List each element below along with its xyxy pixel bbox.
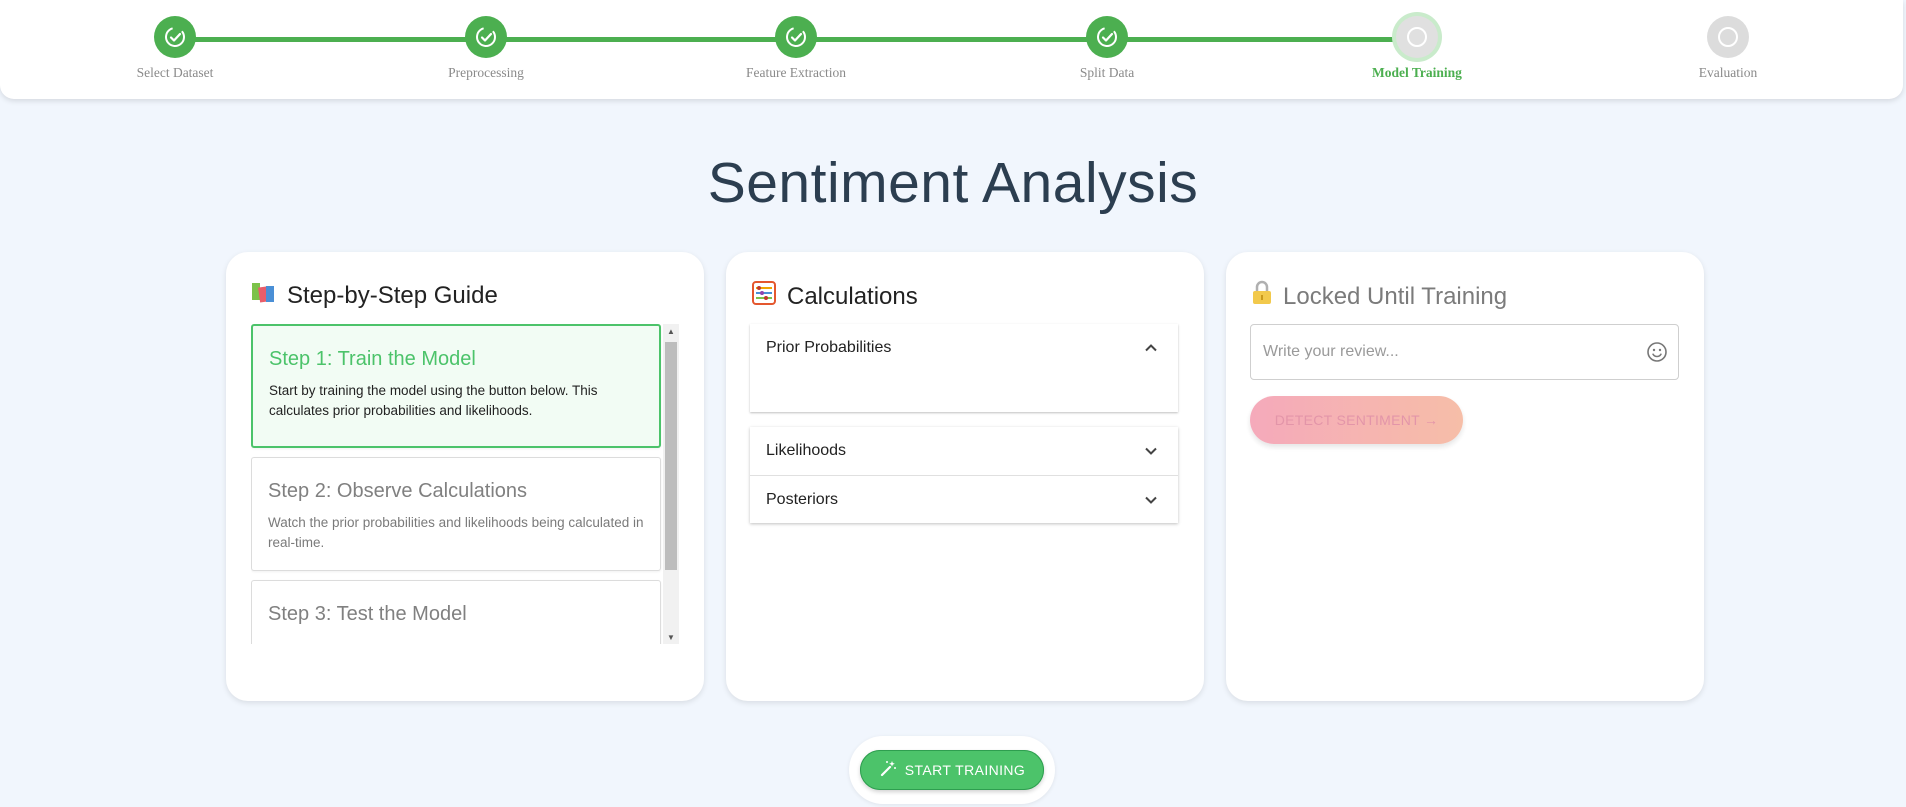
scroll-up-arrow-icon[interactable]: ▲: [663, 324, 679, 338]
guide-step-2: Step 2: Observe Calculations Watch the p…: [251, 457, 661, 571]
scroll-down-arrow-icon[interactable]: ▼: [663, 630, 679, 644]
accordion-header-likelihoods[interactable]: Likelihoods: [750, 427, 1178, 475]
guide-steps-list[interactable]: Step 1: Train the Model Start by trainin…: [251, 324, 679, 644]
check-circle-icon: [154, 16, 196, 58]
review-input-box: [1250, 324, 1679, 380]
scroll-thumb[interactable]: [665, 342, 677, 570]
check-circle-icon: [1086, 16, 1128, 58]
detect-sentiment-button[interactable]: DETECT SENTIMENT →: [1250, 396, 1463, 444]
magic-wand-icon: [879, 760, 897, 781]
start-training-button[interactable]: START TRAINING: [860, 750, 1044, 790]
locked-title-text: Locked Until Training: [1283, 282, 1508, 310]
guide-step-text: Watch the prior probabilities and likeli…: [268, 515, 644, 550]
accordion-header-prior[interactable]: Prior Probabilities: [750, 324, 1178, 372]
calculations-card-title: Calculations: [751, 280, 918, 313]
progress-stepper: Select Dataset Preprocessing Feature Ext…: [0, 0, 1903, 99]
books-icon: [251, 280, 277, 311]
guide-scrollbar[interactable]: ▲ ▼: [663, 324, 679, 644]
start-training-label: START TRAINING: [904, 762, 1026, 778]
accordion-prior-probabilities: Prior Probabilities: [750, 324, 1178, 412]
accordion-header-posteriors[interactable]: Posteriors: [750, 475, 1178, 523]
step-label: Split Data: [1079, 65, 1135, 80]
locked-card-title: Locked Until Training: [1251, 280, 1507, 313]
guide-step-3: Step 3: Test the Model: [251, 580, 661, 644]
smiley-icon[interactable]: [1646, 341, 1668, 368]
step-label: Model Training: [1372, 65, 1462, 80]
calculations-title-text: Calculations: [787, 282, 918, 310]
abacus-icon: [751, 280, 777, 313]
guide-step-title: Step 3: Test the Model: [268, 603, 467, 625]
calculations-card: Calculations Prior Probabilities Likelih…: [726, 252, 1204, 701]
accordion-collapsed-group: Likelihoods Posteriors: [750, 427, 1178, 523]
accordion-label: Posteriors: [766, 490, 839, 508]
step-evaluation[interactable]: Evaluation: [1628, 16, 1828, 81]
step-model-training[interactable]: Model Training: [1317, 16, 1517, 81]
check-circle-icon: [775, 16, 817, 58]
guide-step-text: Start by training the model using the bu…: [269, 383, 598, 418]
lock-icon: [1251, 280, 1273, 313]
review-input[interactable]: [1263, 325, 1633, 379]
step-label: Feature Extraction: [745, 65, 847, 80]
accordion-label: Prior Probabilities: [766, 339, 892, 356]
guide-card: Step-by-Step Guide Step 1: Train the Mod…: [226, 252, 704, 701]
sentiment-test-card: Locked Until Training DETECT SENTIMENT →: [1226, 252, 1704, 701]
train-button-container: START TRAINING: [849, 736, 1055, 804]
guide-step-1: Step 1: Train the Model Start by trainin…: [251, 324, 661, 448]
step-split-data[interactable]: Split Data: [1007, 16, 1207, 81]
chevron-down-icon: [1144, 444, 1158, 463]
accordion-label: Likelihoods: [766, 442, 847, 459]
guide-card-title: Step-by-Step Guide: [251, 280, 498, 311]
step-preprocessing[interactable]: Preprocessing: [386, 16, 586, 81]
check-circle-icon: [465, 16, 507, 58]
guide-step-title: Step 1: Train the Model: [269, 348, 476, 370]
radio-unchecked-icon: [1707, 16, 1749, 58]
step-select-dataset[interactable]: Select Dataset: [75, 16, 275, 81]
guide-title-text: Step-by-Step Guide: [287, 281, 498, 309]
step-label: Evaluation: [1698, 65, 1758, 80]
radio-unchecked-icon: [1396, 16, 1438, 58]
step-feature-extraction[interactable]: Feature Extraction: [696, 16, 896, 81]
step-label: Select Dataset: [136, 65, 214, 80]
chevron-up-icon: [1144, 341, 1158, 360]
page-title: Sentiment Analysis: [707, 151, 1199, 215]
step-label: Preprocessing: [448, 65, 524, 80]
chevron-down-icon: [1144, 493, 1158, 512]
guide-step-title: Step 2: Observe Calculations: [268, 480, 528, 502]
